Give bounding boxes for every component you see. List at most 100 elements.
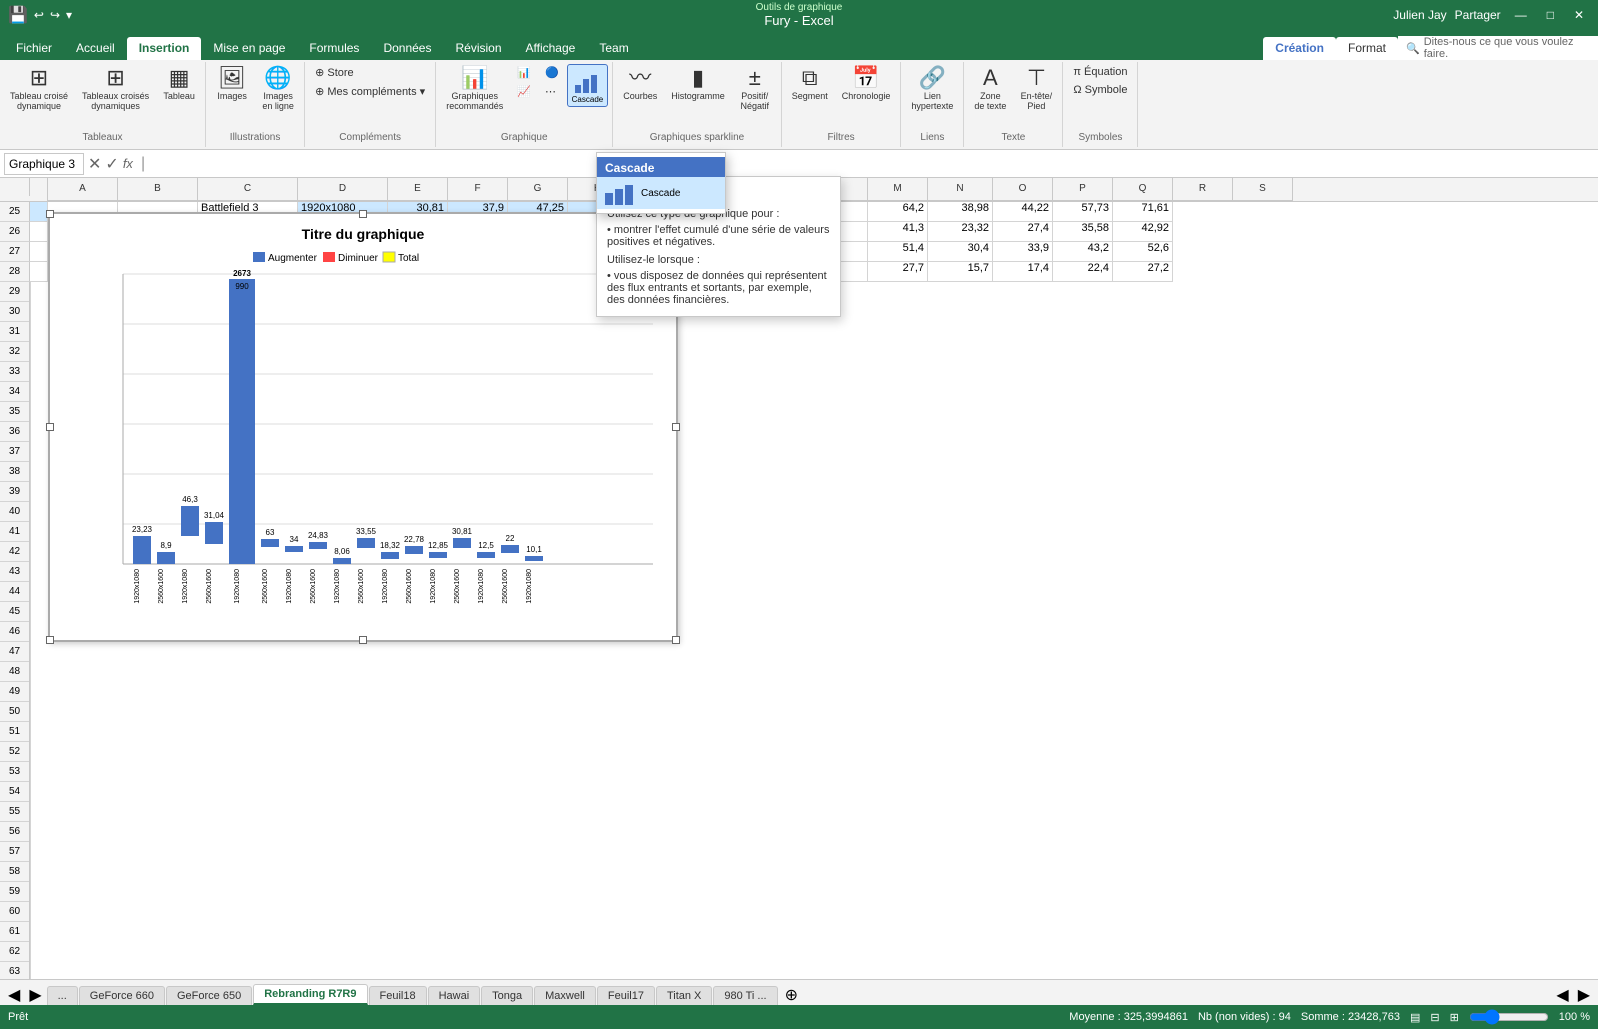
cell-27-Q[interactable]: 52,6 <box>1113 242 1173 262</box>
row-header-37[interactable]: 37 <box>0 442 29 462</box>
resize-handle-top[interactable] <box>359 210 367 218</box>
cascade-option-1[interactable]: Cascade <box>597 177 725 209</box>
col-header-N[interactable]: N <box>928 178 993 201</box>
tab-team[interactable]: Team <box>587 37 640 60</box>
row-header-50[interactable]: 50 <box>0 702 29 722</box>
btn-chronologie[interactable]: 📅 Chronologie <box>836 64 897 104</box>
close-btn[interactable]: ✕ <box>1568 8 1590 22</box>
row-header-52[interactable]: 52 <box>0 742 29 762</box>
row-header-28[interactable]: 28 <box>0 262 30 282</box>
col-header-R[interactable]: R <box>1173 178 1233 201</box>
col-header-C[interactable]: C <box>198 178 298 201</box>
cell-25-Q[interactable]: 71,61 <box>1113 202 1173 222</box>
col-header-Q[interactable]: Q <box>1113 178 1173 201</box>
sheet-nav-prev[interactable]: ◀ <box>4 985 24 1005</box>
sheet-nav-next[interactable]: ▶ <box>25 985 45 1005</box>
sheet-tab-maxwell[interactable]: Maxwell <box>534 986 596 1005</box>
col-header-G[interactable]: G <box>508 178 568 201</box>
btn-cascade-chart[interactable]: Cascade <box>567 64 609 107</box>
row-header-46[interactable]: 46 <box>0 622 29 642</box>
btn-tableau-croise[interactable]: ⊞ Tableau croisé dynamique <box>4 64 74 114</box>
view-normal-btn[interactable]: ▤ <box>1410 1011 1420 1024</box>
sheet-tab-feuil17[interactable]: Feuil17 <box>597 986 655 1005</box>
row-header-33[interactable]: 33 <box>0 362 29 382</box>
cell-25-P[interactable]: 57,73 <box>1053 202 1113 222</box>
tab-mise-en-page[interactable]: Mise en page <box>201 37 297 60</box>
row-header-56[interactable]: 56 <box>0 822 29 842</box>
btn-segment[interactable]: ⧉ Segment <box>786 64 834 104</box>
btn-lien-hypertexte[interactable]: 🔗 Lien hypertexte <box>905 64 959 114</box>
quick-access-more[interactable]: ▾ <box>66 8 72 22</box>
tab-insertion[interactable]: Insertion <box>127 37 202 60</box>
cell-26-Q[interactable]: 42,92 <box>1113 222 1173 242</box>
undo-btn[interactable]: ↩ <box>34 8 44 22</box>
row-header-54[interactable]: 54 <box>0 782 29 802</box>
scroll-right-btn[interactable]: ▶ <box>1574 985 1594 1005</box>
col-header-E[interactable]: E <box>388 178 448 201</box>
fx-confirm[interactable]: ✓ <box>105 154 118 174</box>
row-header-59[interactable]: 59 <box>0 882 29 902</box>
row-header-61[interactable]: 61 <box>0 922 29 942</box>
cell-26-O[interactable]: 27,4 <box>993 222 1053 242</box>
row-header-32[interactable]: 32 <box>0 342 29 362</box>
maximize-btn[interactable]: □ <box>1541 8 1560 22</box>
tab-revision[interactable]: Révision <box>443 37 513 60</box>
sheet-tab-hawai[interactable]: Hawai <box>428 986 481 1005</box>
row-header-26[interactable]: 26 <box>0 222 30 242</box>
cell-26-N[interactable]: 23,32 <box>928 222 993 242</box>
btn-images[interactable]: 🖼 Images <box>210 64 254 104</box>
row-header-53[interactable]: 53 <box>0 762 29 782</box>
row-header-42[interactable]: 42 <box>0 542 29 562</box>
tab-creation[interactable]: Création <box>1263 37 1336 60</box>
row-header-36[interactable]: 36 <box>0 422 29 442</box>
sheet-tab-feuil18[interactable]: Feuil18 <box>369 986 427 1005</box>
col-header-B[interactable]: B <box>118 178 198 201</box>
row-header-40[interactable]: 40 <box>0 502 29 522</box>
btn-zone-de-texte[interactable]: A Zone de texte <box>968 64 1012 114</box>
col-header-S[interactable]: S <box>1233 178 1293 201</box>
row-header-48[interactable]: 48 <box>0 662 29 682</box>
resize-handle-bottomleft[interactable] <box>46 636 54 644</box>
btn-courbes[interactable]: 〰 Courbes <box>617 64 663 104</box>
row-header-47[interactable]: 47 <box>0 642 29 662</box>
row-header-58[interactable]: 58 <box>0 862 29 882</box>
sheet-tab-rebranding[interactable]: Rebranding R7R9 <box>253 984 367 1005</box>
view-page-btn[interactable]: ⊞ <box>1450 1011 1459 1024</box>
row-header-62[interactable]: 62 <box>0 942 29 962</box>
btn-tableau[interactable]: ▦ Tableau <box>157 64 201 104</box>
formula-input[interactable] <box>153 156 1594 171</box>
cell-28-Q[interactable]: 27,2 <box>1113 262 1173 282</box>
row-header-43[interactable]: 43 <box>0 562 29 582</box>
row-header-55[interactable]: 55 <box>0 802 29 822</box>
sheet-tab-ellipsis[interactable]: ... <box>47 986 78 1005</box>
row-header-39[interactable]: 39 <box>0 482 29 502</box>
sheet-tab-titan[interactable]: Titan X <box>656 986 712 1005</box>
scroll-left-btn[interactable]: ◀ <box>1552 985 1572 1005</box>
row-header-38[interactable]: 38 <box>0 462 29 482</box>
minimize-btn[interactable]: — <box>1509 8 1533 22</box>
resize-handle-left[interactable] <box>46 423 54 431</box>
row-header-25[interactable]: 25 <box>0 202 30 222</box>
btn-mes-complements[interactable]: ⊕ Mes compléments ▾ <box>309 83 431 100</box>
btn-line-chart[interactable]: 📈 <box>511 83 537 100</box>
tab-affichage[interactable]: Affichage <box>514 37 588 60</box>
zoom-slider[interactable] <box>1469 1009 1549 1025</box>
add-sheet-btn[interactable]: ⊕ <box>779 985 804 1005</box>
btn-symbole[interactable]: Ω Symbole <box>1067 82 1133 98</box>
cell-25-N[interactable]: 38,98 <box>928 202 993 222</box>
cell-26-P[interactable]: 35,58 <box>1053 222 1113 242</box>
sheet-tab-tonga[interactable]: Tonga <box>481 986 533 1005</box>
tab-fichier[interactable]: Fichier <box>4 37 64 60</box>
col-header-A[interactable]: A <box>48 178 118 201</box>
btn-tableaux-croises[interactable]: ⊞ Tableaux croisés dynamiques <box>76 64 155 114</box>
sheet-tab-geforce650[interactable]: GeForce 650 <box>166 986 252 1005</box>
row-header-44[interactable]: 44 <box>0 582 29 602</box>
col-header-M[interactable]: M <box>868 178 928 201</box>
col-header-P[interactable]: P <box>1053 178 1113 201</box>
cell-26-M[interactable]: 41,3 <box>868 222 928 242</box>
row-header-31[interactable]: 31 <box>0 322 29 342</box>
resize-handle-topleft[interactable] <box>46 210 54 218</box>
col-header-F[interactable]: F <box>448 178 508 201</box>
btn-pie-chart[interactable]: 🔵 <box>539 64 565 81</box>
btn-histogramme[interactable]: ▮ Histogramme <box>665 64 731 104</box>
